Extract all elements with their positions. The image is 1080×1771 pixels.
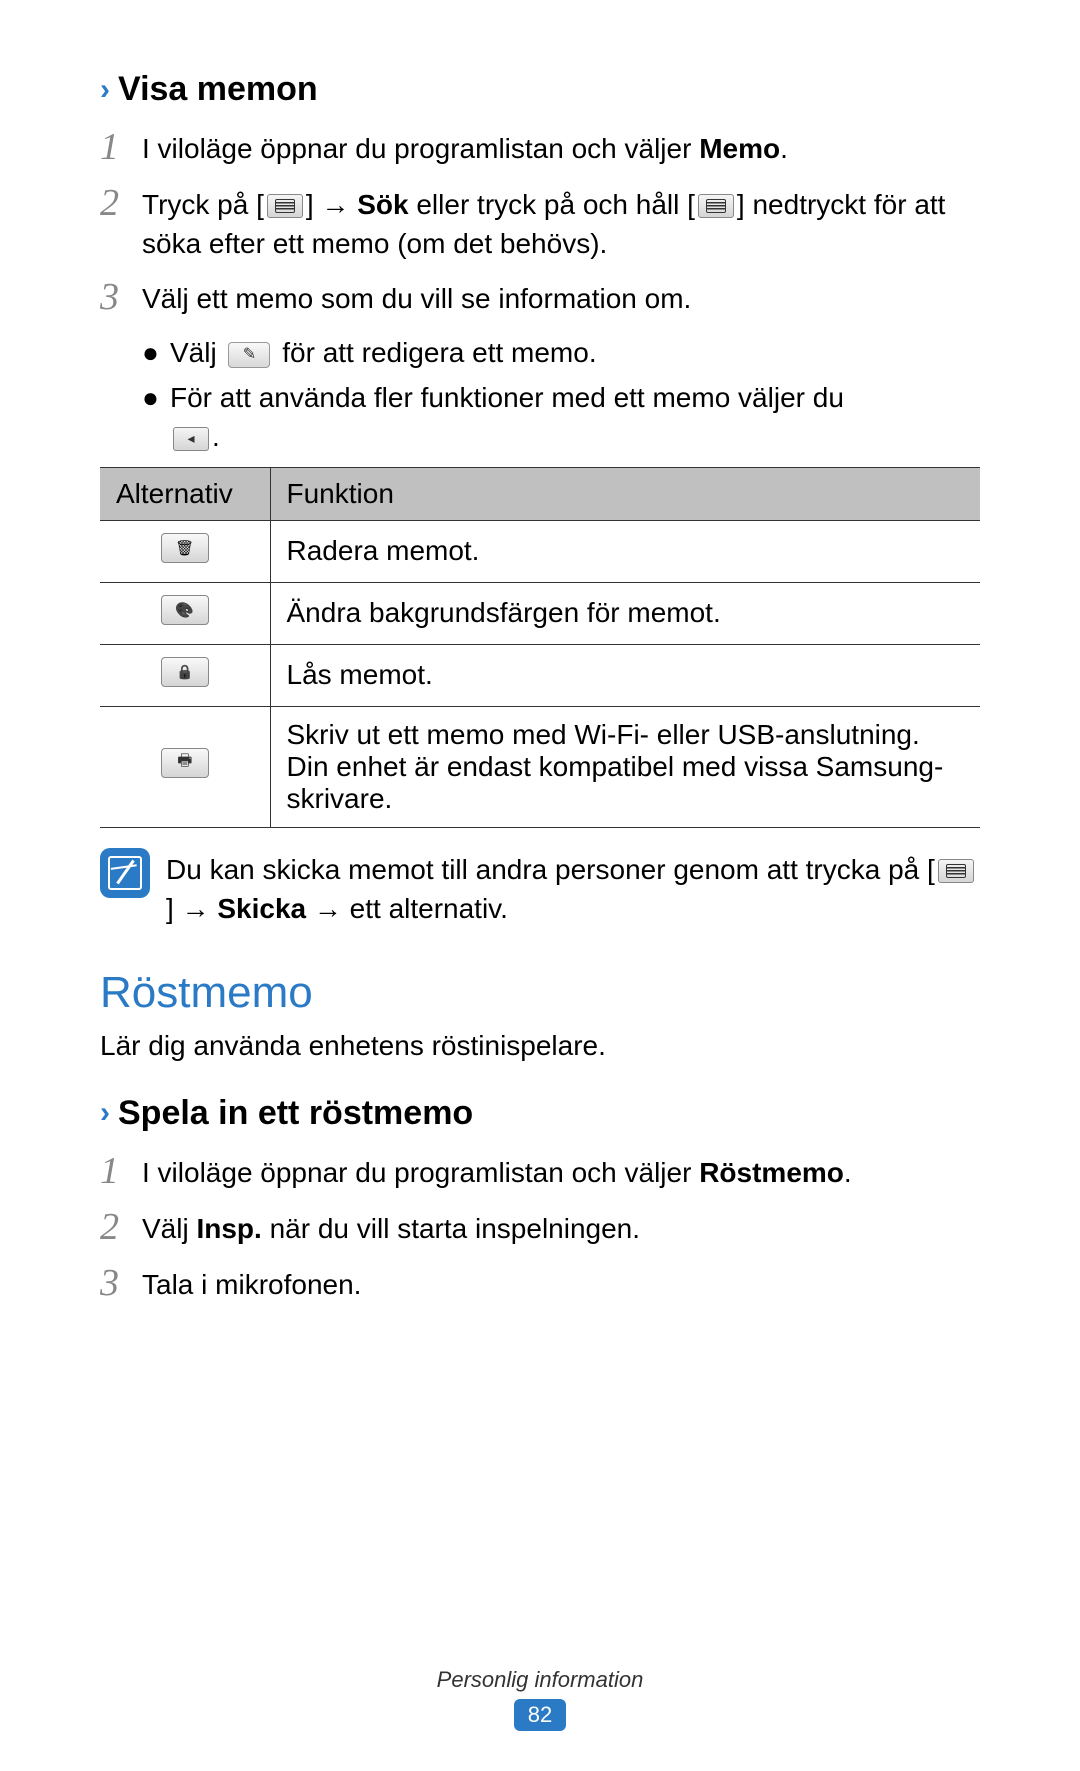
table-header-alternativ: Alternativ	[100, 467, 270, 520]
table-cell-text: Ändra bakgrundsfärgen för memot.	[270, 582, 980, 644]
table-row: Skriv ut ett memo med Wi-Fi- eller USB-a…	[100, 706, 980, 827]
menu-icon	[938, 859, 974, 883]
note-icon	[100, 848, 150, 898]
step-number: 1	[100, 1151, 142, 1193]
chevron-icon: ›	[100, 73, 110, 107]
chevron-icon: ›	[100, 1096, 110, 1130]
bullet-text: För att använda fler funktioner med ett …	[170, 378, 980, 456]
table-header-funktion: Funktion	[270, 467, 980, 520]
menu-icon	[698, 194, 734, 218]
table-cell-icon	[100, 582, 270, 644]
options-table: Alternativ Funktion Radera memot. Ändra …	[100, 467, 980, 828]
subsection-header: › Spela in ett röstmemo	[100, 1094, 980, 1133]
table-cell-text: Skriv ut ett memo med Wi-Fi- eller USB-a…	[270, 706, 980, 827]
bullet-text: Välj för att redigera ett memo.	[170, 333, 980, 372]
note-box: Du kan skicka memot till andra personer …	[100, 848, 980, 928]
step-item: 1 I viloläge öppnar du programlistan och…	[100, 1151, 980, 1193]
step-list-spela: 1 I viloläge öppnar du programlistan och…	[100, 1151, 980, 1304]
bullet-dot: ●	[142, 333, 170, 372]
table-row: Lås memot.	[100, 644, 980, 706]
section-title-rostmemo: Röstmemo	[100, 968, 980, 1018]
step-text: Välj Insp. när du vill starta inspelning…	[142, 1207, 980, 1248]
subsection-header: › Visa memon	[100, 70, 980, 109]
table-cell-icon	[100, 520, 270, 582]
page-footer: Personlig information 82	[0, 1667, 1080, 1731]
table-cell-text: Lås memot.	[270, 644, 980, 706]
step-item: 3 Tala i mikrofonen.	[100, 1263, 980, 1305]
table-header-row: Alternativ Funktion	[100, 467, 980, 520]
step-number: 3	[100, 1263, 142, 1305]
step-text: Välj ett memo som du vill se information…	[142, 277, 980, 318]
step-number: 1	[100, 127, 142, 169]
step-list-visa: 1 I viloläge öppnar du programlistan och…	[100, 127, 980, 319]
note-text: Du kan skicka memot till andra personer …	[166, 848, 980, 928]
footer-chapter-text: Personlig information	[0, 1667, 1080, 1693]
palette-icon	[161, 595, 209, 625]
subsection-title-text: Spela in ett röstmemo	[118, 1094, 473, 1133]
bullet-item: ● För att använda fler funktioner med et…	[142, 378, 980, 456]
step-item: 1 I viloläge öppnar du programlistan och…	[100, 127, 980, 169]
bullet-item: ● Välj för att redigera ett memo.	[142, 333, 980, 372]
subsection-title-text: Visa memon	[118, 70, 318, 109]
step-number: 2	[100, 183, 142, 225]
pencil-icon	[228, 342, 270, 368]
table-cell-text: Radera memot.	[270, 520, 980, 582]
table-cell-icon	[100, 644, 270, 706]
section-intro: Lär dig använda enhetens röstinispelare.	[100, 1030, 980, 1062]
step-text: I viloläge öppnar du programlistan och v…	[142, 127, 980, 168]
step-number: 2	[100, 1207, 142, 1249]
table-cell-icon	[100, 706, 270, 827]
step-item: 2 Tryck på [] → Sök eller tryck på och h…	[100, 183, 980, 263]
table-row: Radera memot.	[100, 520, 980, 582]
arrow-left-icon	[173, 427, 209, 451]
bullet-dot: ●	[142, 378, 170, 417]
step-number: 3	[100, 277, 142, 319]
lock-icon	[161, 657, 209, 687]
step-item: 3 Välj ett memo som du vill se informati…	[100, 277, 980, 319]
bullet-list: ● Välj för att redigera ett memo. ● För …	[100, 333, 980, 457]
page-number-badge: 82	[514, 1699, 566, 1731]
table-row: Ändra bakgrundsfärgen för memot.	[100, 582, 980, 644]
step-text: I viloläge öppnar du programlistan och v…	[142, 1151, 980, 1192]
step-text: Tryck på [] → Sök eller tryck på och hål…	[142, 183, 980, 263]
step-item: 2 Välj Insp. när du vill starta inspelni…	[100, 1207, 980, 1249]
step-text: Tala i mikrofonen.	[142, 1263, 980, 1304]
menu-icon	[267, 194, 303, 218]
print-icon	[161, 748, 209, 778]
trash-icon	[161, 533, 209, 563]
